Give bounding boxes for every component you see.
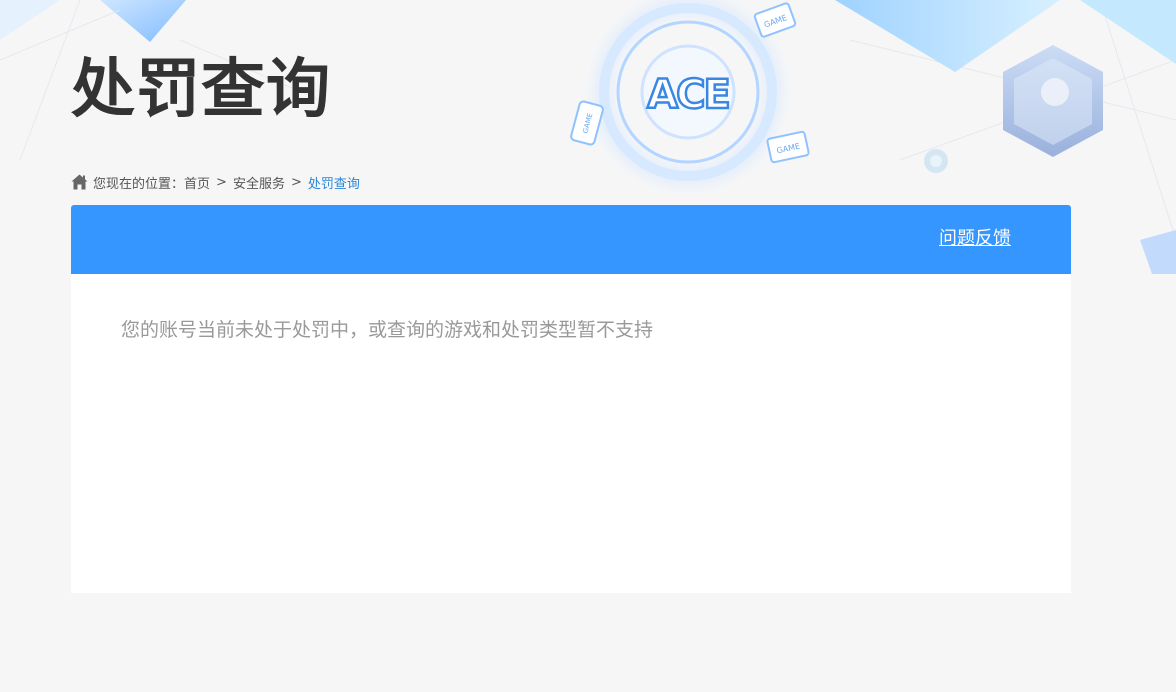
ace-emblem: ACE GAME GAME GAME [570, 0, 810, 198]
breadcrumb: 您现在的位置： 首页 > 安全服务 > 处罚查询 [71, 172, 360, 192]
breadcrumb-security-link[interactable]: 安全服务 [233, 173, 285, 192]
result-panel: 问题反馈 您的账号当前未处于处罚中，或查询的游戏和处罚类型暂不支持 [71, 205, 1071, 593]
breadcrumb-prefix: 您现在的位置： [93, 176, 185, 192]
result-message: 您的账号当前未处于处罚中，或查询的游戏和处罚类型暂不支持 [121, 319, 654, 341]
breadcrumb-home-link[interactable]: 首页 [184, 173, 210, 192]
svg-text:GAME: GAME [776, 142, 801, 156]
character-hexagon [1003, 45, 1103, 157]
breadcrumb-separator: > [290, 174, 302, 190]
panel-header: 问题反馈 [71, 205, 1071, 274]
feedback-link[interactable]: 问题反馈 [939, 228, 1011, 250]
breadcrumb-separator: > [216, 174, 227, 190]
svg-text:GAME: GAME [763, 13, 788, 30]
panel-body: 您的账号当前未处于处罚中，或查询的游戏和处罚类型暂不支持 [71, 274, 1071, 386]
page-title: 处罚查询 [71, 53, 331, 127]
breadcrumb-current: 处罚查询 [307, 176, 360, 192]
svg-text:ACE: ACE [647, 72, 729, 118]
svg-text:GAME: GAME [581, 112, 594, 134]
home-icon [71, 174, 88, 190]
